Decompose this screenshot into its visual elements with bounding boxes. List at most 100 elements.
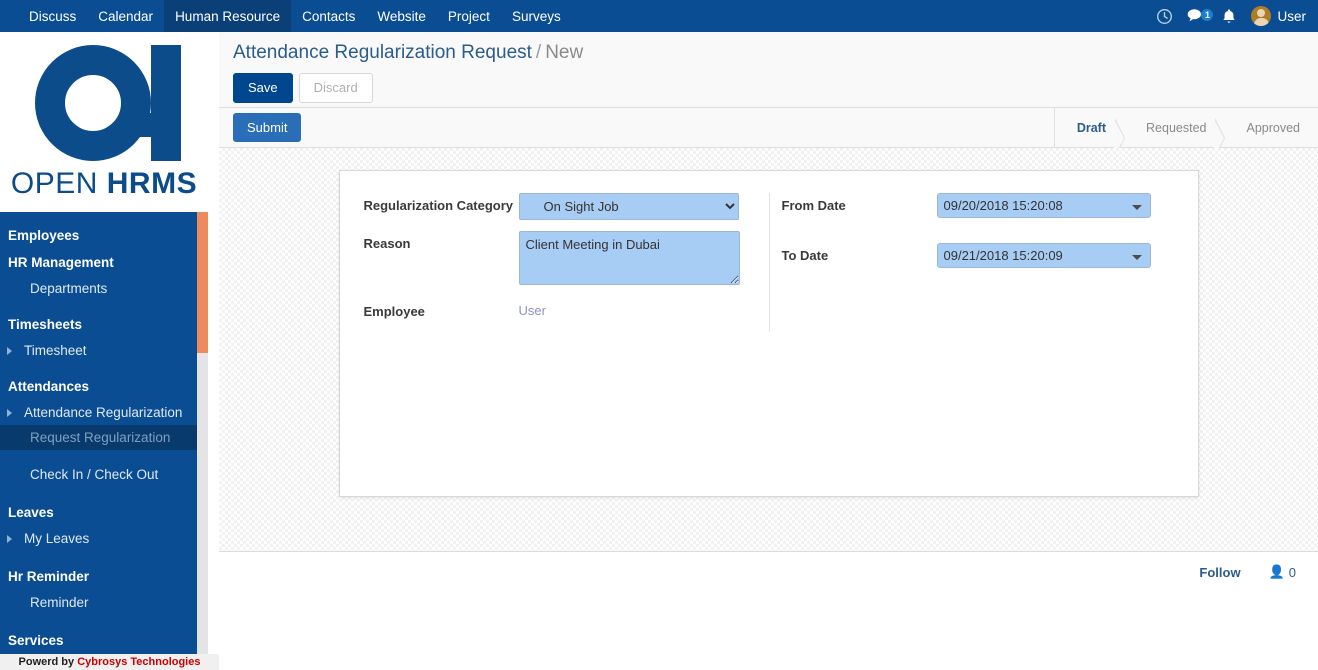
sidebar-item-attendance-regularization[interactable]: Attendance Regularization: [0, 400, 208, 425]
form-column-right: From Date 09/20/2018 15:20:08 To Date 09…: [768, 193, 1174, 332]
chevron-down-icon[interactable]: [1131, 205, 1142, 210]
topmenu-website[interactable]: Website: [366, 0, 437, 32]
sidebar-scrollbar-thumb[interactable]: [197, 212, 208, 353]
to-date-input[interactable]: 09/21/2018 15:20:09: [936, 243, 1151, 268]
from-date-input[interactable]: 09/20/2018 15:20:08: [936, 193, 1151, 218]
logo-ring-shape: [35, 45, 151, 161]
logo-key-mark: [15, 43, 193, 165]
field-regularization-category: Regularization Category On Sight Job: [364, 193, 753, 220]
to-date-value: 09/21/2018 15:20:09: [943, 248, 1063, 263]
logo-tooth-2: [135, 127, 151, 137]
breadcrumb-root[interactable]: Attendance Regularization Request: [233, 42, 532, 63]
regularization-category-select[interactable]: On Sight Job: [518, 193, 739, 220]
form-grid: Regularization Category On Sight Job Rea…: [364, 193, 1174, 332]
status-stage-label: Approved: [1246, 120, 1300, 135]
chevron-right-icon: [7, 346, 12, 355]
followers-counter[interactable]: 👤 0: [1269, 564, 1296, 580]
field-value: 09/21/2018 15:20:09: [936, 243, 1174, 268]
chevron-right-icon: [7, 534, 12, 543]
discard-button[interactable]: Discard: [298, 73, 373, 103]
sidebar-menu: Employees HR Management Departments Time…: [0, 212, 208, 670]
sidebar-item-label: Timesheet: [24, 343, 87, 358]
sidebar-item-timesheets[interactable]: Timesheets: [0, 311, 208, 338]
submit-button[interactable]: Submit: [233, 113, 302, 142]
logo-stem-shape: [151, 45, 181, 161]
chevron-down-icon[interactable]: [1131, 255, 1142, 260]
breadcrumb-separator: /: [535, 42, 542, 63]
sidebar-item-my-leaves[interactable]: My Leaves: [0, 526, 208, 551]
topmenu-contacts[interactable]: Contacts: [291, 0, 366, 32]
field-value: 09/20/2018 15:20:08: [936, 193, 1174, 218]
status-stage-label: Draft: [1076, 120, 1107, 135]
sidebar-item-hr-reminder[interactable]: Hr Reminder: [0, 563, 208, 590]
chat-icon[interactable]: 1: [1187, 8, 1214, 24]
sidebar-item-check-in-check-out[interactable]: Check In / Check Out: [0, 462, 208, 487]
chevron-right-icon: [7, 408, 12, 417]
topmenu-surveys[interactable]: Surveys: [501, 0, 572, 32]
sidebar-item-services[interactable]: Services: [0, 627, 208, 654]
status-stage-requested[interactable]: Requested: [1124, 108, 1226, 158]
topmenu-human-resource[interactable]: Human Resource: [164, 0, 292, 32]
status-stage-label: Requested: [1146, 120, 1207, 135]
topmenu-project[interactable]: Project: [437, 0, 501, 32]
sidebar-item-label: Attendance Regularization: [24, 405, 183, 420]
field-employee: Employee User: [364, 299, 753, 321]
status-pipeline: Draft Requested Approved: [1053, 107, 1318, 158]
field-from-date: From Date 09/20/2018 15:20:08: [782, 193, 1174, 218]
form-sheet: Regularization Category On Sight Job Rea…: [338, 170, 1199, 497]
followers-count: 0: [1288, 564, 1296, 580]
avatar: [1251, 6, 1272, 26]
save-button[interactable]: Save: [233, 73, 293, 103]
follow-button[interactable]: Follow: [1199, 565, 1240, 580]
field-reason: Reason Client Meeting in Dubai: [364, 231, 753, 288]
sidebar-footer: Powerd by Cybrosys Technologies: [0, 654, 219, 670]
sidebar-item-hr-management[interactable]: HR Management: [0, 249, 208, 276]
clock-icon[interactable]: [1156, 8, 1173, 25]
field-value: Client Meeting in Dubai: [518, 231, 753, 288]
from-date-value: 09/20/2018 15:20:08: [943, 198, 1063, 213]
status-stage-approved[interactable]: Approved: [1224, 108, 1318, 148]
control-panel-buttons: Save Discard: [233, 73, 1318, 103]
sidebar: OPEN HRMS Employees HR Management Depart…: [0, 32, 208, 670]
sidebar-item-employees[interactable]: Employees: [0, 222, 208, 249]
reason-textarea[interactable]: Client Meeting in Dubai: [518, 231, 740, 285]
sidebar-item-departments[interactable]: Departments: [0, 276, 208, 301]
field-label: Employee: [363, 304, 425, 319]
main-content: Attendance Regularization Request / New Sa…: [219, 32, 1318, 670]
field-to-date: To Date 09/21/2018 15:20:09: [782, 243, 1174, 268]
form-background: Regularization Category On Sight Job Rea…: [219, 148, 1318, 552]
user-name-label: User: [1277, 8, 1306, 24]
field-label: To Date: [781, 248, 829, 263]
top-navigation-bar: Discuss Calendar Human Resource Contacts…: [0, 0, 1318, 32]
logo-word-hrms: HRMS: [106, 167, 198, 200]
footer-prefix: Powerd by: [18, 656, 78, 668]
field-label: Reason: [363, 236, 411, 251]
logo-word-open: OPEN: [10, 167, 98, 200]
control-panel: Attendance Regularization Request / New Sa…: [219, 32, 1318, 108]
bell-icon[interactable]: [1221, 8, 1237, 25]
breadcrumb: Attendance Regularization Request / New: [233, 42, 1318, 64]
user-menu[interactable]: User: [1251, 6, 1306, 26]
topmenu-discuss[interactable]: Discuss: [18, 0, 87, 32]
sidebar-item-attendances[interactable]: Attendances: [0, 373, 208, 400]
chatter-toolbar: Follow 👤 0: [219, 564, 1296, 580]
sidebar-item-leaves[interactable]: Leaves: [0, 499, 208, 526]
open-hrms-logo: OPEN HRMS: [0, 32, 208, 212]
sidebar-scrollbar[interactable]: [197, 212, 208, 670]
status-bar-row: Submit Draft Requested Approved: [219, 107, 1318, 158]
topmenu-calendar[interactable]: Calendar: [87, 0, 164, 32]
person-icon: 👤: [1268, 564, 1285, 579]
top-bar-right-icons: 1 User: [1156, 0, 1318, 32]
chat-unread-badge: 1: [1201, 9, 1214, 21]
form-column-left: Regularization Category On Sight Job Rea…: [364, 193, 769, 332]
logo-wordmark: OPEN HRMS: [11, 167, 197, 201]
sidebar-item-timesheet[interactable]: Timesheet: [0, 338, 208, 363]
field-value: User: [519, 299, 753, 321]
field-label: Regularization Category: [363, 198, 514, 213]
employee-value-link[interactable]: User: [519, 299, 753, 321]
sidebar-item-reminder[interactable]: Reminder: [0, 590, 208, 615]
sidebar-item-label: My Leaves: [24, 531, 90, 546]
status-stage-draft[interactable]: Draft: [1055, 108, 1126, 158]
sidebar-item-request-regularization[interactable]: Request Regularization: [0, 425, 208, 450]
field-label: From Date: [781, 198, 846, 213]
